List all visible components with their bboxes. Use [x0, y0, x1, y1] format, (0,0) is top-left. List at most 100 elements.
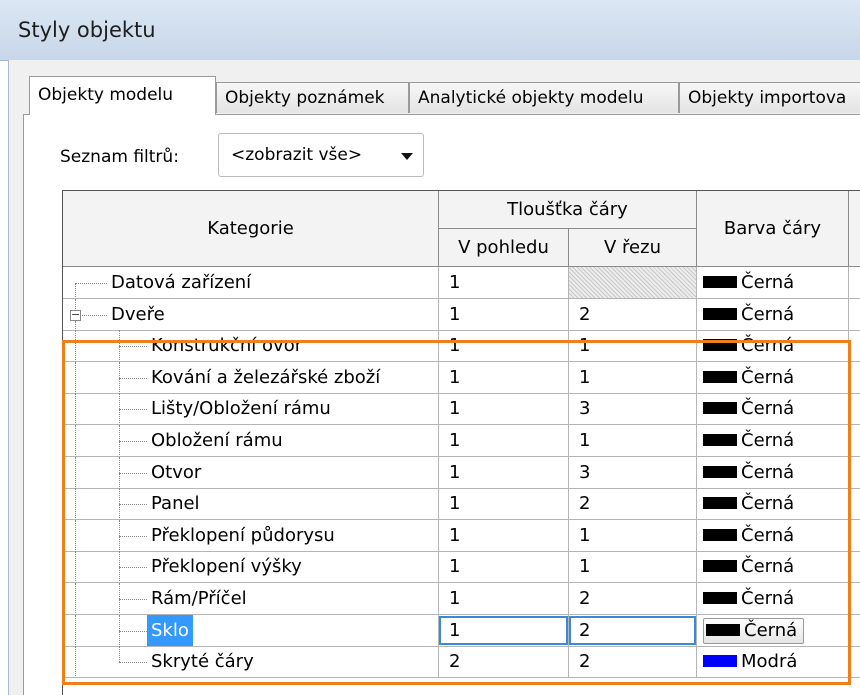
- line-color-cell[interactable]: Černá: [697, 457, 849, 489]
- projection-weight-cell[interactable]: 1: [439, 551, 569, 583]
- line-color-cell[interactable]: Černá: [697, 615, 849, 647]
- table-row[interactable]: Otvor 1 3 Černá: [63, 457, 860, 489]
- table-row[interactable]: Obložení rámu 1 1 Černá: [63, 425, 860, 457]
- category-cell[interactable]: Skryté čáry: [63, 646, 439, 678]
- cell-edit-focus: [569, 616, 696, 645]
- chevron-down-icon[interactable]: [401, 153, 413, 160]
- projection-weight-cell[interactable]: 1: [439, 457, 569, 489]
- clipped-column-cell: [849, 520, 860, 552]
- category-cell[interactable]: Lišty/Obložení rámu: [63, 393, 439, 425]
- tree-connector: [75, 551, 76, 582]
- tab-imported-objects[interactable]: Objekty importova: [679, 82, 860, 113]
- line-color-cell[interactable]: Černá: [697, 362, 849, 394]
- tree-connector: [119, 504, 147, 505]
- clipped-column-cell: [849, 457, 860, 489]
- collapse-icon[interactable]: −: [70, 309, 81, 321]
- tab-panel-model-objects: Seznam filtrů: <zobrazit vše> Kategorie …: [23, 114, 860, 695]
- cut-weight-cell[interactable]: 1: [569, 330, 697, 362]
- table-row[interactable]: Kování a železářské zboží 1 1 Černá: [63, 362, 860, 394]
- color-swatch: [703, 339, 737, 351]
- category-cell[interactable]: Panel: [63, 488, 439, 520]
- table-row[interactable]: Rám/Příčel 1 2 Černá: [63, 583, 860, 615]
- table-row[interactable]: Sklo 1 2 Černá: [63, 615, 860, 647]
- line-color-cell[interactable]: Černá: [697, 425, 849, 457]
- cut-weight-cell[interactable]: 3: [569, 393, 697, 425]
- line-color-cell[interactable]: Černá: [697, 267, 849, 299]
- projection-weight-cell[interactable]: 1: [439, 488, 569, 520]
- tree-connector: [119, 567, 147, 568]
- line-color-cell[interactable]: Černá: [697, 299, 849, 331]
- line-color-cell[interactable]: Černá: [697, 393, 849, 425]
- header-category[interactable]: Kategorie: [63, 191, 439, 267]
- category-label: Sklo: [147, 615, 193, 646]
- line-color-cell[interactable]: Černá: [697, 551, 849, 583]
- cut-weight-cell[interactable]: 2: [569, 488, 697, 520]
- projection-weight-cell[interactable]: 1: [439, 267, 569, 299]
- category-cell[interactable]: − Dveře: [63, 299, 439, 331]
- projection-weight-cell[interactable]: 1: [439, 520, 569, 552]
- cut-weight-cell[interactable]: 2: [569, 299, 697, 331]
- cut-weight-cell[interactable]: 2: [569, 583, 697, 615]
- cut-weight-cell[interactable]: 3: [569, 457, 697, 489]
- projection-weight-cell[interactable]: 1: [439, 425, 569, 457]
- tab-annotation-objects[interactable]: Objekty poznámek: [216, 82, 409, 113]
- table-row[interactable]: − Dveře 1 2 Černá: [63, 299, 860, 331]
- tree-connector: [119, 599, 147, 600]
- line-color-cell[interactable]: Černá: [697, 488, 849, 520]
- line-color-cell[interactable]: Černá: [697, 583, 849, 615]
- color-swatch: [703, 371, 737, 383]
- category-label: Kování a železářské zboží: [151, 367, 381, 388]
- tab-model-objects[interactable]: Objekty modelu: [29, 76, 216, 115]
- line-color-cell[interactable]: Modrá: [697, 646, 849, 678]
- cut-weight-cell[interactable]: 2: [569, 615, 697, 647]
- color-name: Černá: [741, 588, 795, 609]
- object-styles-dialog: Styly objektu Objekty modelu Objekty poz…: [0, 0, 860, 695]
- category-cell[interactable]: Překlopení výšky: [63, 551, 439, 583]
- category-label: Lišty/Obložení rámu: [151, 398, 331, 419]
- cut-weight-cell[interactable]: 1: [569, 520, 697, 552]
- cut-weight-cell[interactable]: 1: [569, 425, 697, 457]
- table-row[interactable]: Datová zařízení 1 Černá: [63, 267, 860, 299]
- category-cell[interactable]: Kování a železářské zboží: [63, 362, 439, 394]
- line-color-cell[interactable]: Černá: [697, 330, 849, 362]
- filter-list-dropdown[interactable]: <zobrazit vše>: [218, 133, 424, 177]
- projection-weight-cell[interactable]: 2: [439, 646, 569, 678]
- category-cell[interactable]: Rám/Příčel: [63, 583, 439, 615]
- category-cell[interactable]: Obložení rámu: [63, 425, 439, 457]
- category-cell[interactable]: Datová zařízení: [63, 267, 439, 299]
- filter-list-label: Seznam filtrů:: [60, 147, 179, 167]
- line-color-cell[interactable]: Černá: [697, 520, 849, 552]
- color-picker-button[interactable]: Černá: [703, 618, 805, 644]
- tree-connector: [75, 330, 76, 361]
- category-cell[interactable]: Sklo: [63, 615, 439, 647]
- cut-weight-cell: [569, 267, 697, 299]
- clipped-column-cell: [849, 393, 860, 425]
- table-row[interactable]: Lišty/Obložení rámu 1 3 Černá: [63, 393, 860, 425]
- table-row[interactable]: Překlopení výšky 1 1 Černá: [63, 551, 860, 583]
- projection-weight-cell[interactable]: 1: [439, 362, 569, 394]
- table-row[interactable]: Panel 1 2 Černá: [63, 488, 860, 520]
- color-name: Černá: [741, 430, 795, 451]
- color-name: Černá: [741, 272, 795, 293]
- cut-weight-cell[interactable]: 2: [569, 646, 697, 678]
- category-cell[interactable]: Otvor: [63, 457, 439, 489]
- header-line-color[interactable]: Barva čáry: [697, 191, 849, 267]
- category-cell[interactable]: Konstrukční ovor: [63, 330, 439, 362]
- cut-weight-cell[interactable]: 1: [569, 362, 697, 394]
- header-cut[interactable]: V řezu: [569, 229, 697, 267]
- projection-weight-cell[interactable]: 1: [439, 330, 569, 362]
- tree-connector: [119, 631, 147, 632]
- projection-weight-cell[interactable]: 1: [439, 615, 569, 647]
- table-row[interactable]: Překlopení půdorysu 1 1 Černá: [63, 520, 860, 552]
- header-projection[interactable]: V pohledu: [439, 229, 569, 267]
- table-row[interactable]: Skryté čáry 2 2 Modrá: [63, 646, 860, 678]
- projection-weight-cell[interactable]: 1: [439, 299, 569, 331]
- tab-analytical-model-objects[interactable]: Analytické objekty modelu: [409, 82, 679, 113]
- cut-weight-cell[interactable]: 1: [569, 551, 697, 583]
- category-cell[interactable]: Překlopení půdorysu: [63, 520, 439, 552]
- window-title: Styly objektu: [18, 18, 156, 42]
- projection-weight-cell[interactable]: 1: [439, 393, 569, 425]
- table-row[interactable]: Konstrukční ovor 1 1 Černá: [63, 330, 860, 362]
- clipped-column-cell: [849, 425, 860, 457]
- projection-weight-cell[interactable]: 1: [439, 583, 569, 615]
